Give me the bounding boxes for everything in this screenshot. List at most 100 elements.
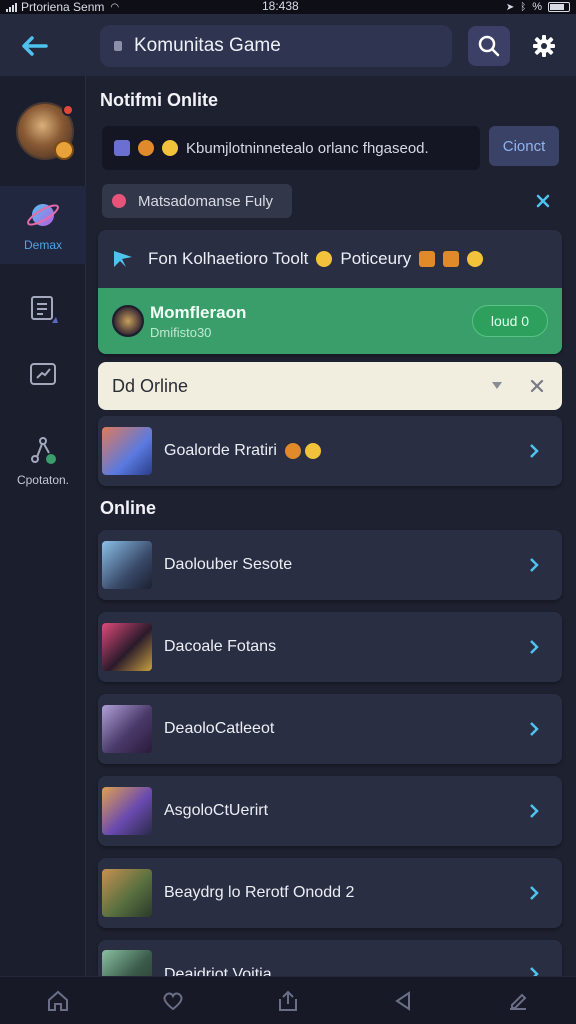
list-item[interactable]: DeaoloCatleeot	[98, 694, 562, 764]
online-section-title: Online	[100, 498, 157, 518]
chevron-right-icon	[530, 967, 539, 976]
notification-text: Kbumjlotninnetealo orlanc fhgaseod.	[186, 139, 429, 157]
nav-friends-button[interactable]	[153, 981, 193, 1021]
chip-label: Matsadomanse Fuly	[138, 192, 274, 210]
close-icon	[536, 194, 550, 208]
game-controller-icon	[114, 140, 130, 156]
close-icon	[530, 379, 544, 393]
game-thumbnail	[102, 623, 152, 671]
crown-emoji-icon	[419, 251, 436, 267]
search-icon	[478, 35, 500, 57]
list-item[interactable]: Goalorde Rratiri	[98, 416, 562, 486]
sidebar-item-label: Cpotaton.	[16, 473, 70, 487]
notification-message[interactable]: Kbumjlotninnetealo orlanc fhgaseod.	[102, 126, 480, 170]
happy-emoji-icon	[467, 251, 484, 267]
list-item-label: Daolouber Sesote	[164, 556, 293, 573]
coin-icon	[54, 140, 74, 160]
user-subtitle: Dmifisto30	[150, 324, 212, 340]
notifications-title: Notifmi Onlite	[100, 90, 218, 110]
chevron-right-icon	[530, 444, 539, 458]
chip-close-button[interactable]	[532, 190, 554, 212]
sidebar-item-demax[interactable]: Demax	[0, 186, 86, 264]
list-item[interactable]: Beaydrg lo Rerotf Onodd 2	[98, 858, 562, 928]
nav-home-button[interactable]	[38, 981, 78, 1021]
network-icon	[31, 437, 56, 464]
smile-emoji-icon	[304, 443, 321, 459]
bolt-star-icon	[114, 251, 132, 267]
share-icon	[278, 990, 297, 1011]
dropdown-close-button[interactable]	[526, 375, 548, 397]
page-title: Komunitas Game	[134, 35, 281, 56]
list-item-label: Dacoale Fotans	[164, 638, 277, 655]
online-user-banner[interactable]: Momfleraon Dmifisto30 loud 0	[98, 288, 562, 354]
status-bar: Prtoriena Senm ◠ 18:438 ➤ ᛒ %	[0, 0, 576, 14]
list-item[interactable]: AsgoloCtUerirt	[98, 776, 562, 846]
dropdown-label: Dd Orline	[112, 375, 189, 396]
top-bar: Komunitas Game	[0, 14, 576, 76]
chevron-right-icon	[530, 804, 539, 818]
chevron-right-icon	[530, 558, 539, 572]
fire-emoji-icon	[284, 443, 301, 459]
triangle-back-icon	[395, 990, 411, 1011]
connect-button[interactable]: Cionct	[489, 126, 559, 166]
list-item[interactable]: Daolouber Sesote	[98, 530, 562, 600]
hearts-icon	[163, 991, 183, 1010]
heart-icon	[112, 194, 126, 208]
online-dropdown[interactable]: Dd Orline	[98, 362, 562, 410]
nav-edit-button[interactable]	[498, 981, 538, 1021]
back-button[interactable]	[16, 28, 52, 64]
carrier-label: Prtoriena Senm	[21, 0, 105, 14]
game-thumbnail	[102, 869, 152, 917]
game-thumbnail	[102, 787, 152, 835]
list-item[interactable]: Deaidriot Voitia	[98, 940, 562, 976]
status-chip[interactable]: Matsadomanse Fuly	[102, 184, 292, 218]
location-icon: ➤	[505, 1, 515, 13]
search-button[interactable]	[468, 26, 510, 66]
nav-share-button[interactable]	[268, 981, 308, 1021]
feature-text-2: Poticeury	[340, 249, 412, 268]
chevron-right-icon	[530, 640, 539, 654]
edit-icon	[510, 993, 527, 1010]
user-avatar	[112, 305, 144, 337]
list-item-label: AsgoloCtUerirt	[164, 802, 269, 819]
signal-icon	[6, 2, 17, 12]
sidebar: Demax Cpotaton.	[0, 76, 86, 976]
game-thumbnail	[102, 705, 152, 753]
game-thumbnail	[102, 427, 152, 475]
smile-emoji-icon	[162, 140, 178, 156]
arrow-left-icon	[22, 36, 48, 56]
sidebar-item-cpotaton[interactable]: Cpotaton.	[0, 426, 86, 496]
list-item-label: Deaidriot Voitia	[164, 966, 272, 976]
sidebar-item-stats[interactable]	[0, 356, 86, 392]
sidebar-item-documents[interactable]	[0, 288, 86, 328]
wifi-icon: ◠	[110, 1, 120, 13]
lock-icon	[114, 41, 122, 51]
sidebar-item-label: Demax	[23, 238, 62, 252]
status-time: 18:438	[262, 0, 299, 13]
chevron-right-icon	[530, 722, 539, 736]
chest-emoji-icon	[443, 251, 460, 267]
chevron-down-icon[interactable]	[492, 382, 502, 389]
feature-card[interactable]: Fon Kolhaetioro Toolt Poticeury Momflera…	[98, 230, 562, 354]
profile-avatar[interactable]	[16, 102, 74, 160]
game-thumbnail	[102, 950, 152, 976]
settings-button[interactable]	[524, 28, 564, 64]
battery-percent: %	[532, 1, 542, 13]
battery-icon	[548, 2, 570, 12]
feature-text: Fon Kolhaetioro Toolt	[148, 249, 309, 268]
document-icon	[31, 296, 58, 323]
planet-icon	[27, 204, 59, 226]
list-item-label: Beaydrg lo Rerotf Onodd 2	[164, 884, 355, 901]
gear-icon	[533, 35, 555, 57]
home-icon	[47, 990, 68, 1011]
list-item-label: DeaoloCatleeot	[164, 720, 275, 737]
search-input[interactable]: Komunitas Game	[100, 25, 452, 67]
user-name: Momfleraon	[150, 302, 247, 322]
list-item[interactable]: Dacoale Fotans	[98, 612, 562, 682]
list-item-label: Goalorde Rratiri	[164, 442, 277, 459]
join-button[interactable]: loud 0	[472, 305, 548, 337]
chart-box-icon	[30, 363, 56, 385]
bottom-nav	[0, 976, 576, 1024]
nav-back-button[interactable]	[383, 981, 423, 1021]
bell-icon	[138, 140, 154, 156]
